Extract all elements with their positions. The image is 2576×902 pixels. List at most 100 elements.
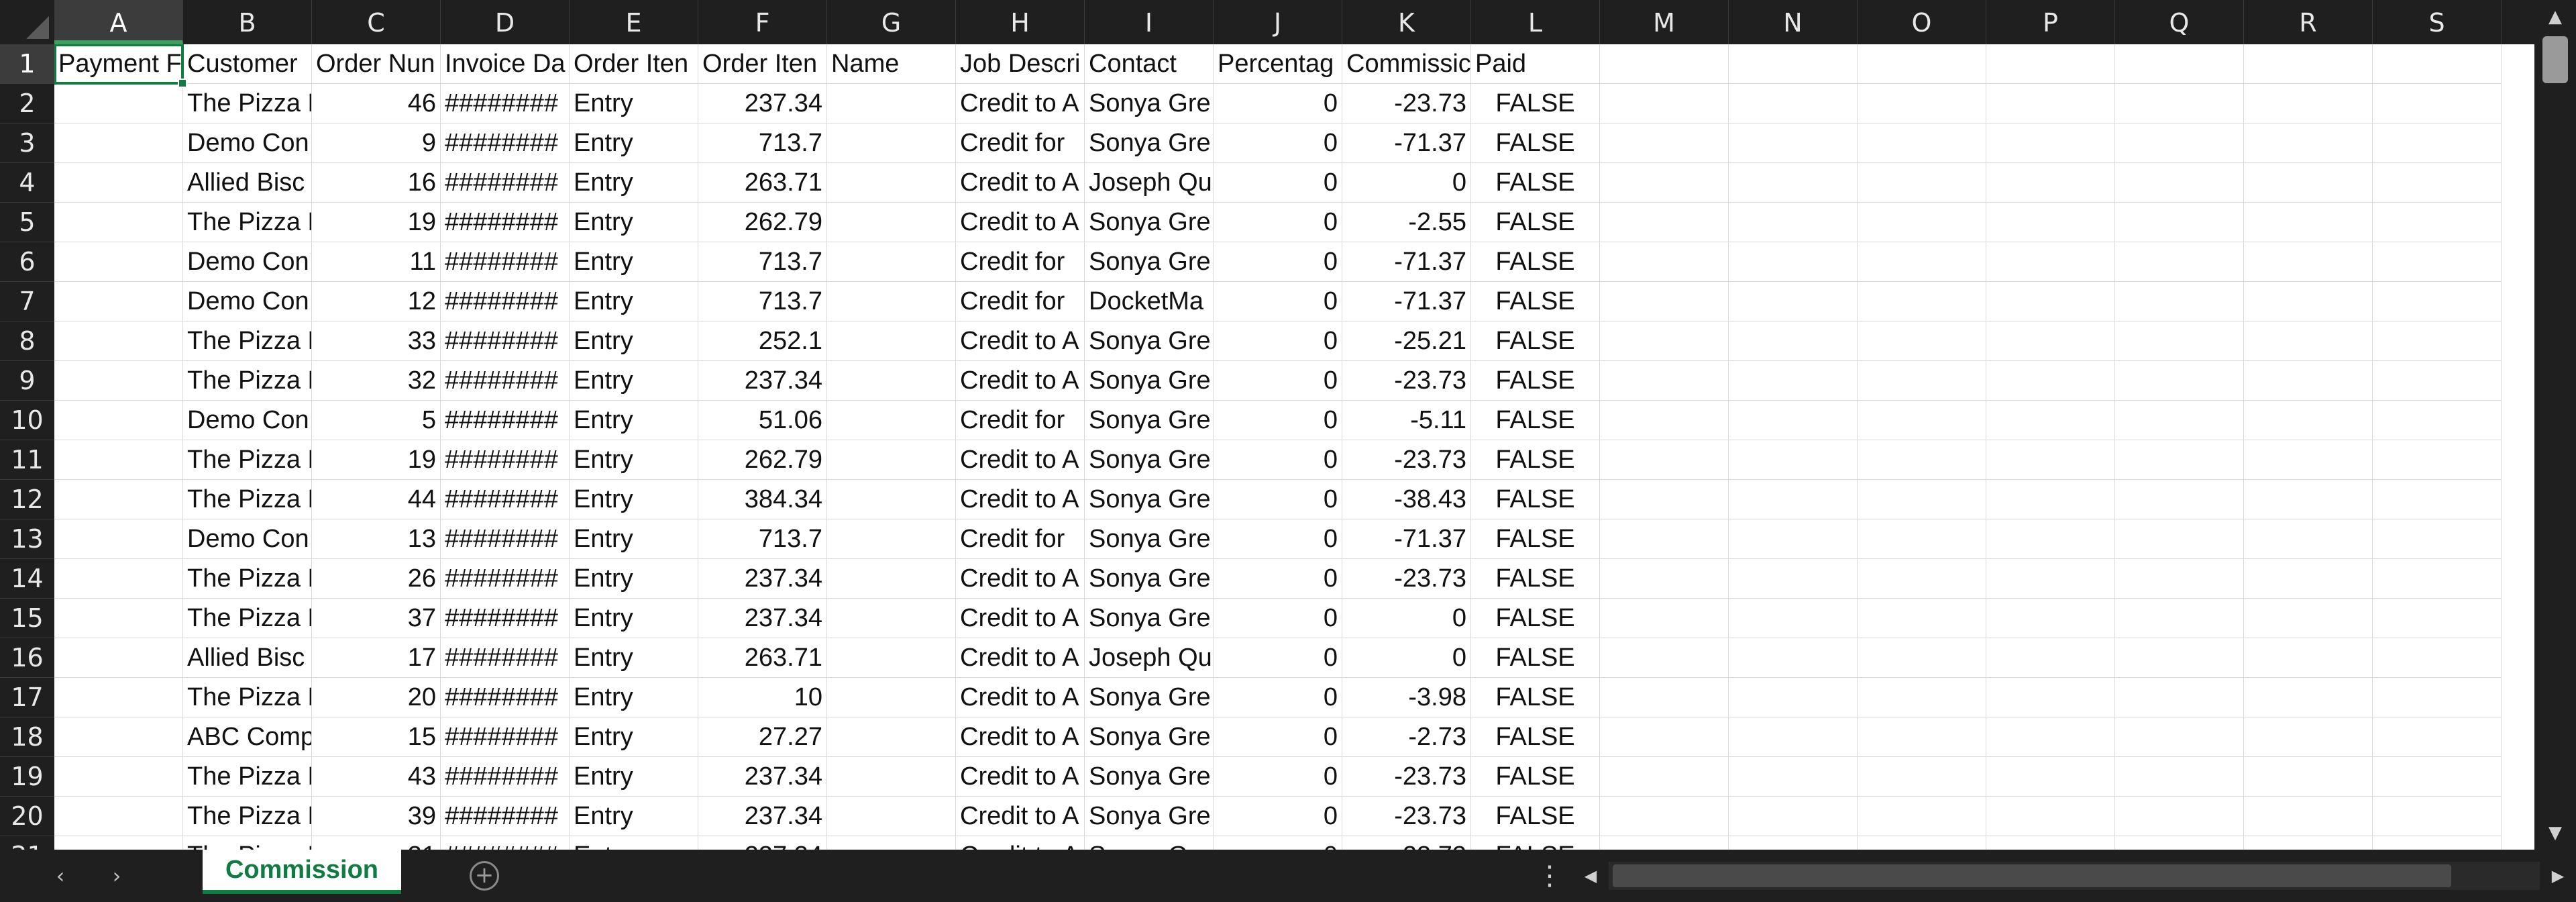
table-cell[interactable]: 13 xyxy=(312,519,441,559)
table-cell[interactable]: 263.71 xyxy=(698,638,827,678)
table-cell[interactable] xyxy=(827,282,956,321)
cell-grid[interactable]: Payment F Customer Order Nun Invoice Da Orde… xyxy=(54,44,2534,850)
table-cell[interactable]: 713.7 xyxy=(698,519,827,559)
table-cell[interactable]: Credit for xyxy=(956,242,1085,282)
table-cell[interactable] xyxy=(54,797,183,836)
empty-cell[interactable] xyxy=(1858,123,1986,163)
table-cell[interactable]: 237.34 xyxy=(698,361,827,401)
empty-cell[interactable] xyxy=(2244,836,2373,850)
table-cell[interactable]: FALSE xyxy=(1471,84,1600,123)
table-cell[interactable]: 0 xyxy=(1342,638,1471,678)
table-cell[interactable]: Entry xyxy=(570,321,698,361)
table-cell[interactable]: 19 xyxy=(312,440,441,480)
table-cell[interactable]: 39 xyxy=(312,797,441,836)
empty-cell[interactable] xyxy=(2115,440,2244,480)
column-header-q[interactable]: Q xyxy=(2115,0,2244,44)
empty-cell[interactable] xyxy=(1858,757,1986,797)
table-cell[interactable]: Demo Con xyxy=(183,123,312,163)
table-cell[interactable]: Credit to A xyxy=(956,440,1085,480)
table-cell[interactable] xyxy=(827,559,956,599)
empty-cell[interactable] xyxy=(2115,361,2244,401)
table-cell[interactable]: 0 xyxy=(1214,599,1342,638)
column-header-n[interactable]: N xyxy=(1729,0,1858,44)
column-header-r[interactable]: R xyxy=(2244,0,2373,44)
row-header-11[interactable]: 11 xyxy=(0,440,54,480)
table-cell[interactable] xyxy=(54,203,183,242)
empty-cell[interactable] xyxy=(2373,836,2502,850)
table-cell[interactable]: Entry xyxy=(570,440,698,480)
empty-cell[interactable] xyxy=(2373,519,2502,559)
empty-cell[interactable] xyxy=(2373,361,2502,401)
empty-cell[interactable] xyxy=(2244,84,2373,123)
column-header-i[interactable]: I xyxy=(1085,0,1214,44)
table-cell[interactable]: 0 xyxy=(1214,123,1342,163)
column-header-l[interactable]: L xyxy=(1471,0,1600,44)
table-cell[interactable] xyxy=(54,401,183,440)
table-cell[interactable]: Sonya Gre xyxy=(1085,401,1214,440)
empty-cell[interactable] xyxy=(2373,203,2502,242)
table-cell[interactable]: FALSE xyxy=(1471,559,1600,599)
empty-cell[interactable] xyxy=(1986,797,2115,836)
table-cell[interactable]: -23.73 xyxy=(1342,797,1471,836)
table-cell[interactable]: 237.34 xyxy=(698,599,827,638)
table-cell[interactable]: 262.79 xyxy=(698,440,827,480)
table-cell[interactable]: 0 xyxy=(1214,678,1342,717)
empty-cell[interactable] xyxy=(2115,638,2244,678)
empty-cell[interactable] xyxy=(1858,519,1986,559)
table-cell[interactable]: FALSE xyxy=(1471,638,1600,678)
row-header-14[interactable]: 14 xyxy=(0,559,54,599)
table-cell[interactable]: Demo Con xyxy=(183,401,312,440)
table-cell[interactable]: ######## xyxy=(441,440,570,480)
table-cell[interactable]: 237.34 xyxy=(698,757,827,797)
empty-cell[interactable] xyxy=(2244,440,2373,480)
table-cell[interactable]: FALSE xyxy=(1471,401,1600,440)
table-cell[interactable]: 12 xyxy=(312,282,441,321)
empty-cell[interactable] xyxy=(1986,599,2115,638)
table-cell[interactable] xyxy=(54,519,183,559)
empty-cell[interactable] xyxy=(1729,480,1858,519)
empty-cell[interactable] xyxy=(1600,84,1729,123)
empty-cell[interactable] xyxy=(1858,44,1986,84)
table-cell[interactable]: 0 xyxy=(1214,401,1342,440)
table-cell[interactable]: ABC Comp xyxy=(183,717,312,757)
table-cell[interactable]: Credit for xyxy=(956,519,1085,559)
table-cell[interactable]: Sonya Gre xyxy=(1085,321,1214,361)
table-cell[interactable]: Credit to A xyxy=(956,321,1085,361)
empty-cell[interactable] xyxy=(1600,757,1729,797)
empty-cell[interactable] xyxy=(2115,123,2244,163)
table-cell[interactable]: 0 xyxy=(1214,440,1342,480)
empty-cell[interactable] xyxy=(1986,242,2115,282)
table-cell[interactable]: Credit to A xyxy=(956,757,1085,797)
table-cell[interactable] xyxy=(827,203,956,242)
table-cell[interactable]: -3.98 xyxy=(1342,678,1471,717)
row-header-3[interactable]: 3 xyxy=(0,123,54,163)
table-cell[interactable]: Entry xyxy=(570,84,698,123)
table-cell[interactable]: 11 xyxy=(312,242,441,282)
select-all-button[interactable] xyxy=(0,0,54,44)
column-header-s[interactable]: S xyxy=(2373,0,2502,44)
header-cell[interactable]: Commissic xyxy=(1342,44,1471,84)
table-cell[interactable]: ######## xyxy=(441,321,570,361)
row-header-10[interactable]: 10 xyxy=(0,401,54,440)
table-cell[interactable]: Sonya Gre xyxy=(1085,480,1214,519)
plus-circle-icon[interactable]: + xyxy=(470,861,499,891)
table-cell[interactable] xyxy=(827,321,956,361)
table-cell[interactable]: Entry xyxy=(570,717,698,757)
table-cell[interactable]: 0 xyxy=(1342,599,1471,638)
table-cell[interactable]: Sonya Gre xyxy=(1085,599,1214,638)
table-cell[interactable]: 20 xyxy=(312,678,441,717)
table-cell[interactable]: ######## xyxy=(441,203,570,242)
empty-cell[interactable] xyxy=(1986,757,2115,797)
table-cell[interactable]: FALSE xyxy=(1471,757,1600,797)
empty-cell[interactable] xyxy=(2115,678,2244,717)
table-cell[interactable]: ######## xyxy=(441,678,570,717)
empty-cell[interactable] xyxy=(1600,797,1729,836)
empty-cell[interactable] xyxy=(2373,123,2502,163)
table-cell[interactable]: 0 xyxy=(1214,84,1342,123)
row-header-16[interactable]: 16 xyxy=(0,638,54,678)
empty-cell[interactable] xyxy=(2373,757,2502,797)
empty-cell[interactable] xyxy=(1986,84,2115,123)
table-cell[interactable]: DocketMa xyxy=(1085,282,1214,321)
empty-cell[interactable] xyxy=(1729,242,1858,282)
table-cell[interactable] xyxy=(54,163,183,203)
